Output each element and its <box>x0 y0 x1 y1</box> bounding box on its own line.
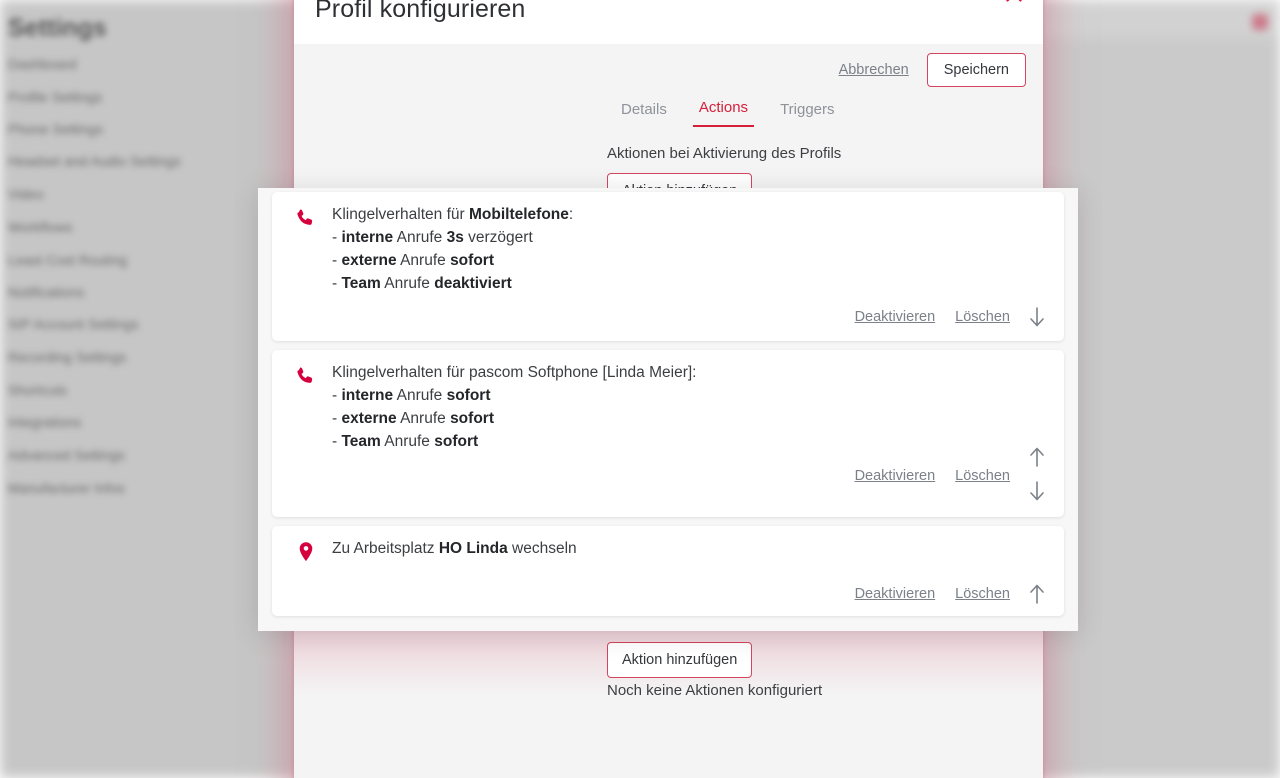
reorder-controls <box>1024 303 1050 331</box>
background-notification-icon <box>1252 14 1268 30</box>
background-menu-item-1: Profile Settings <box>8 89 103 105</box>
line-mid: Anrufe <box>380 433 435 450</box>
delete-button[interactable]: Löschen <box>955 468 1010 484</box>
line-mid: Anrufe <box>396 410 451 427</box>
card-footer: Deaktivieren Löschen <box>855 468 1010 484</box>
card-title-strong: HO Linda <box>438 540 508 557</box>
card-footer: Deaktivieren Löschen <box>855 586 1010 602</box>
dialog-tabs: Details Actions Triggers <box>615 98 841 127</box>
move-down-icon[interactable] <box>1024 303 1050 331</box>
background-menu-item-10: Shortcuts <box>8 382 68 398</box>
line-suffix: verzögert <box>463 229 533 246</box>
line-strong2: sofort <box>434 433 479 450</box>
action-card-text: Klingelverhalten für Mobiltelefone: - in… <box>332 203 1044 295</box>
background-menu-item-4: Video <box>8 186 44 202</box>
line-strong1: interne <box>341 229 394 246</box>
card-title-strong: Mobiltelefone <box>469 206 569 223</box>
line-strong2: 3s <box>446 229 464 246</box>
line-strong1: externe <box>341 410 397 427</box>
reorder-controls <box>1024 580 1050 608</box>
line-strong2: deaktiviert <box>434 275 512 292</box>
tab-details[interactable]: Details <box>615 100 673 127</box>
line-strong2: sofort <box>450 252 494 269</box>
card-title-prefix: Klingelverhalten für pascom Softphone [L… <box>332 364 693 381</box>
background-menu-item-5: Workflows <box>8 219 73 235</box>
action-card-switch-workplace[interactable]: Zu Arbeitsplatz HO Linda wechseln Deakti… <box>272 526 1064 616</box>
line-mid: Anrufe <box>380 275 435 292</box>
no-actions-note: Noch keine Aktionen konfiguriert <box>607 682 823 699</box>
close-icon[interactable] <box>999 0 1029 9</box>
line-strong1: interne <box>341 387 394 404</box>
phone-icon <box>294 364 318 388</box>
background-menu-item-11: Integrations <box>8 414 82 430</box>
action-card-text: Zu Arbeitsplatz HO Linda wechseln <box>332 537 1044 560</box>
background-menu-item-9: Recording Settings <box>8 349 127 365</box>
move-up-icon[interactable] <box>1024 580 1050 608</box>
line-mid: Anrufe <box>393 229 447 246</box>
delete-button[interactable]: Löschen <box>955 309 1010 325</box>
background-menu-item-3: Headset and Audio Settings <box>8 153 181 169</box>
line-strong1: Team <box>341 275 381 292</box>
card-title-suffix: : <box>692 364 697 381</box>
deactivate-button[interactable]: Deaktivieren <box>855 586 936 602</box>
line-mid: Anrufe <box>393 387 447 404</box>
reorder-controls <box>1024 443 1050 505</box>
card-title-suffix: wechseln <box>507 540 577 557</box>
line-strong2: sofort <box>446 387 491 404</box>
background-menu-item-0: Dashboard <box>8 56 77 72</box>
background-menu-item-2: Phone Settings <box>8 121 103 137</box>
dialog-title: Profil konfigurieren <box>315 0 526 23</box>
line-strong1: Team <box>341 433 381 450</box>
card-footer: Deaktivieren Löschen <box>855 309 1010 325</box>
actions-section-label: Aktionen bei Aktivierung des Profils <box>607 145 842 162</box>
line-strong1: externe <box>341 252 397 269</box>
line-mid: Anrufe <box>396 252 451 269</box>
action-card-ring-mobile[interactable]: Klingelverhalten für Mobiltelefone: - in… <box>272 192 1064 341</box>
card-title-prefix: Zu Arbeitsplatz <box>332 540 439 557</box>
move-down-icon[interactable] <box>1024 477 1050 505</box>
move-up-icon[interactable] <box>1024 443 1050 471</box>
dialog-header: Profil konfigurieren <box>294 0 1043 44</box>
card-title-prefix: Klingelverhalten für <box>332 206 469 223</box>
action-card-text: Klingelverhalten für pascom Softphone [L… <box>332 361 1044 453</box>
action-card-ring-softphone[interactable]: Klingelverhalten für pascom Softphone [L… <box>272 350 1064 517</box>
action-list-overlay: Klingelverhalten für Mobiltelefone: - in… <box>258 188 1078 631</box>
line-strong2: sofort <box>450 410 494 427</box>
location-pin-icon <box>294 540 318 564</box>
add-action-button-bottom[interactable]: Aktion hinzufügen <box>607 642 753 678</box>
background-menu-item-13: Manufacturer Infos <box>8 480 125 496</box>
card-title-suffix: : <box>568 206 574 223</box>
background-menu-item-7: Notifications <box>8 284 85 300</box>
background-menu-item-8: SIP Account Settings <box>8 316 139 332</box>
delete-button[interactable]: Löschen <box>955 586 1010 602</box>
background-app-title: Settings <box>8 14 107 42</box>
cancel-button[interactable]: Abbrechen <box>839 62 909 78</box>
background-menu-item-12: Advanced Settings <box>8 447 125 463</box>
tab-triggers[interactable]: Triggers <box>774 100 840 127</box>
phone-icon <box>294 206 318 230</box>
deactivate-button[interactable]: Deaktivieren <box>855 468 936 484</box>
save-button[interactable]: Speichern <box>926 53 1026 87</box>
tab-actions[interactable]: Actions <box>692 98 755 127</box>
dialog-action-bar: Abbrechen Speichern <box>839 53 1026 87</box>
deactivate-button[interactable]: Deaktivieren <box>855 309 936 325</box>
background-menu-item-6: Least Cost Routing <box>8 252 128 268</box>
